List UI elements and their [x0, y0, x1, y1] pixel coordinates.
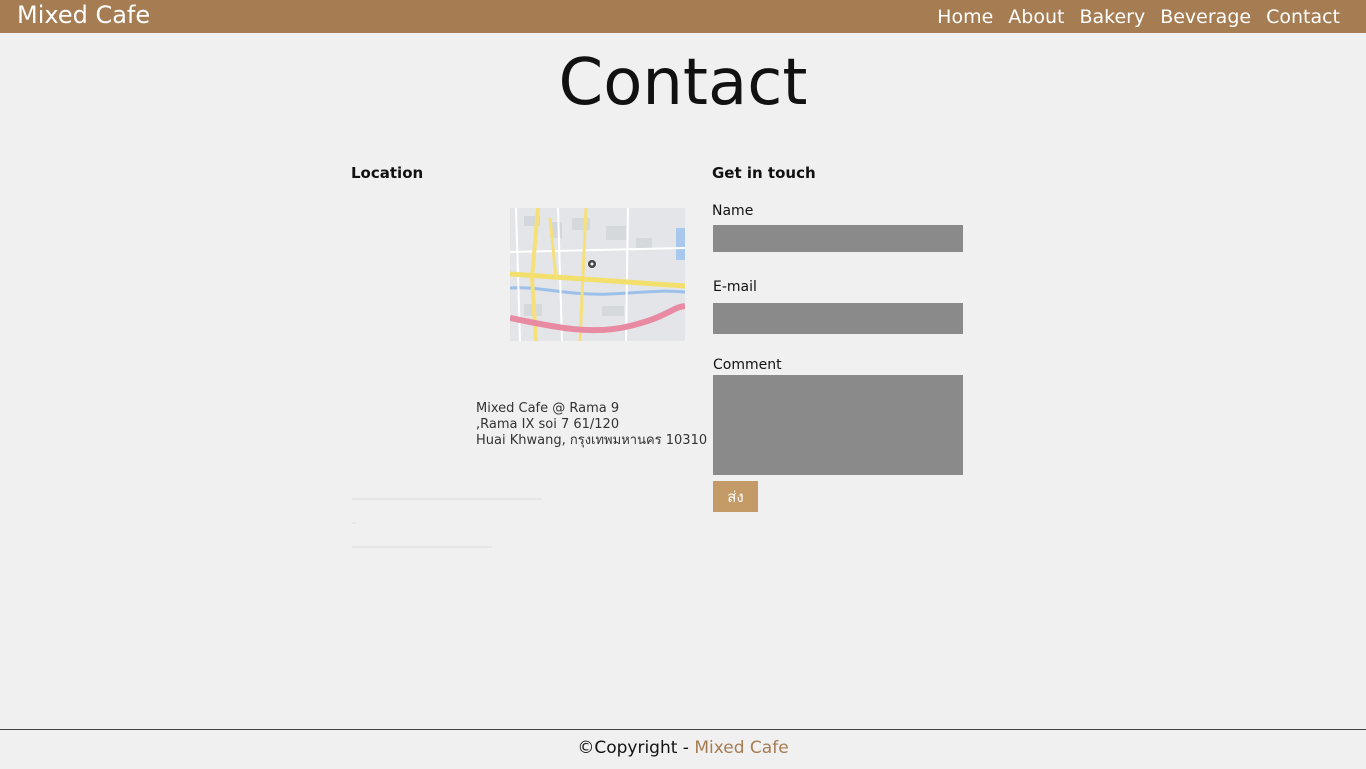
brand-link[interactable]: Mixed Cafe [17, 1, 150, 29]
submit-button[interactable]: ส่ง [713, 481, 758, 512]
name-label: Name [712, 203, 754, 219]
nav-contact[interactable]: Contact [1266, 6, 1340, 28]
map-image [510, 208, 685, 341]
nav-home[interactable]: Home [937, 6, 993, 28]
comment-label: Comment [713, 357, 782, 373]
address-line-2: ,Rama IX soi 7 61/120 [476, 417, 620, 432]
address-line-3: Huai Khwang, กรุงเทพมหานคร 10310 [476, 433, 708, 448]
nav-beverage[interactable]: Beverage [1160, 6, 1251, 28]
get-in-touch-heading: Get in touch [712, 164, 816, 182]
email-label: E-mail [713, 279, 757, 295]
comment-textarea[interactable] [713, 375, 963, 475]
location-heading: Location [351, 164, 424, 182]
email-input[interactable] [713, 303, 963, 334]
map-pin-icon [588, 260, 596, 268]
faded-address-ghost [352, 488, 542, 548]
copyright-text: ©Copyright - [577, 738, 689, 758]
location-map[interactable] [510, 208, 685, 341]
nav-links: Home About Bakery Beverage Contact [937, 6, 1340, 28]
footer-brand-link[interactable]: Mixed Cafe [694, 738, 788, 758]
top-navbar: Mixed Cafe Home About Bakery Beverage Co… [0, 0, 1366, 33]
footer-copyright: ©Copyright - Mixed Cafe [577, 738, 788, 758]
page-title: Contact [558, 46, 808, 120]
footer: ©Copyright - Mixed Cafe [0, 729, 1366, 769]
nav-about[interactable]: About [1008, 6, 1064, 28]
address-block: Mixed Cafe @ Rama 9 ,Rama IX soi 7 61/12… [476, 401, 707, 449]
address-line-1: Mixed Cafe @ Rama 9 [476, 401, 620, 416]
name-input[interactable] [713, 225, 963, 252]
nav-bakery[interactable]: Bakery [1079, 6, 1145, 28]
